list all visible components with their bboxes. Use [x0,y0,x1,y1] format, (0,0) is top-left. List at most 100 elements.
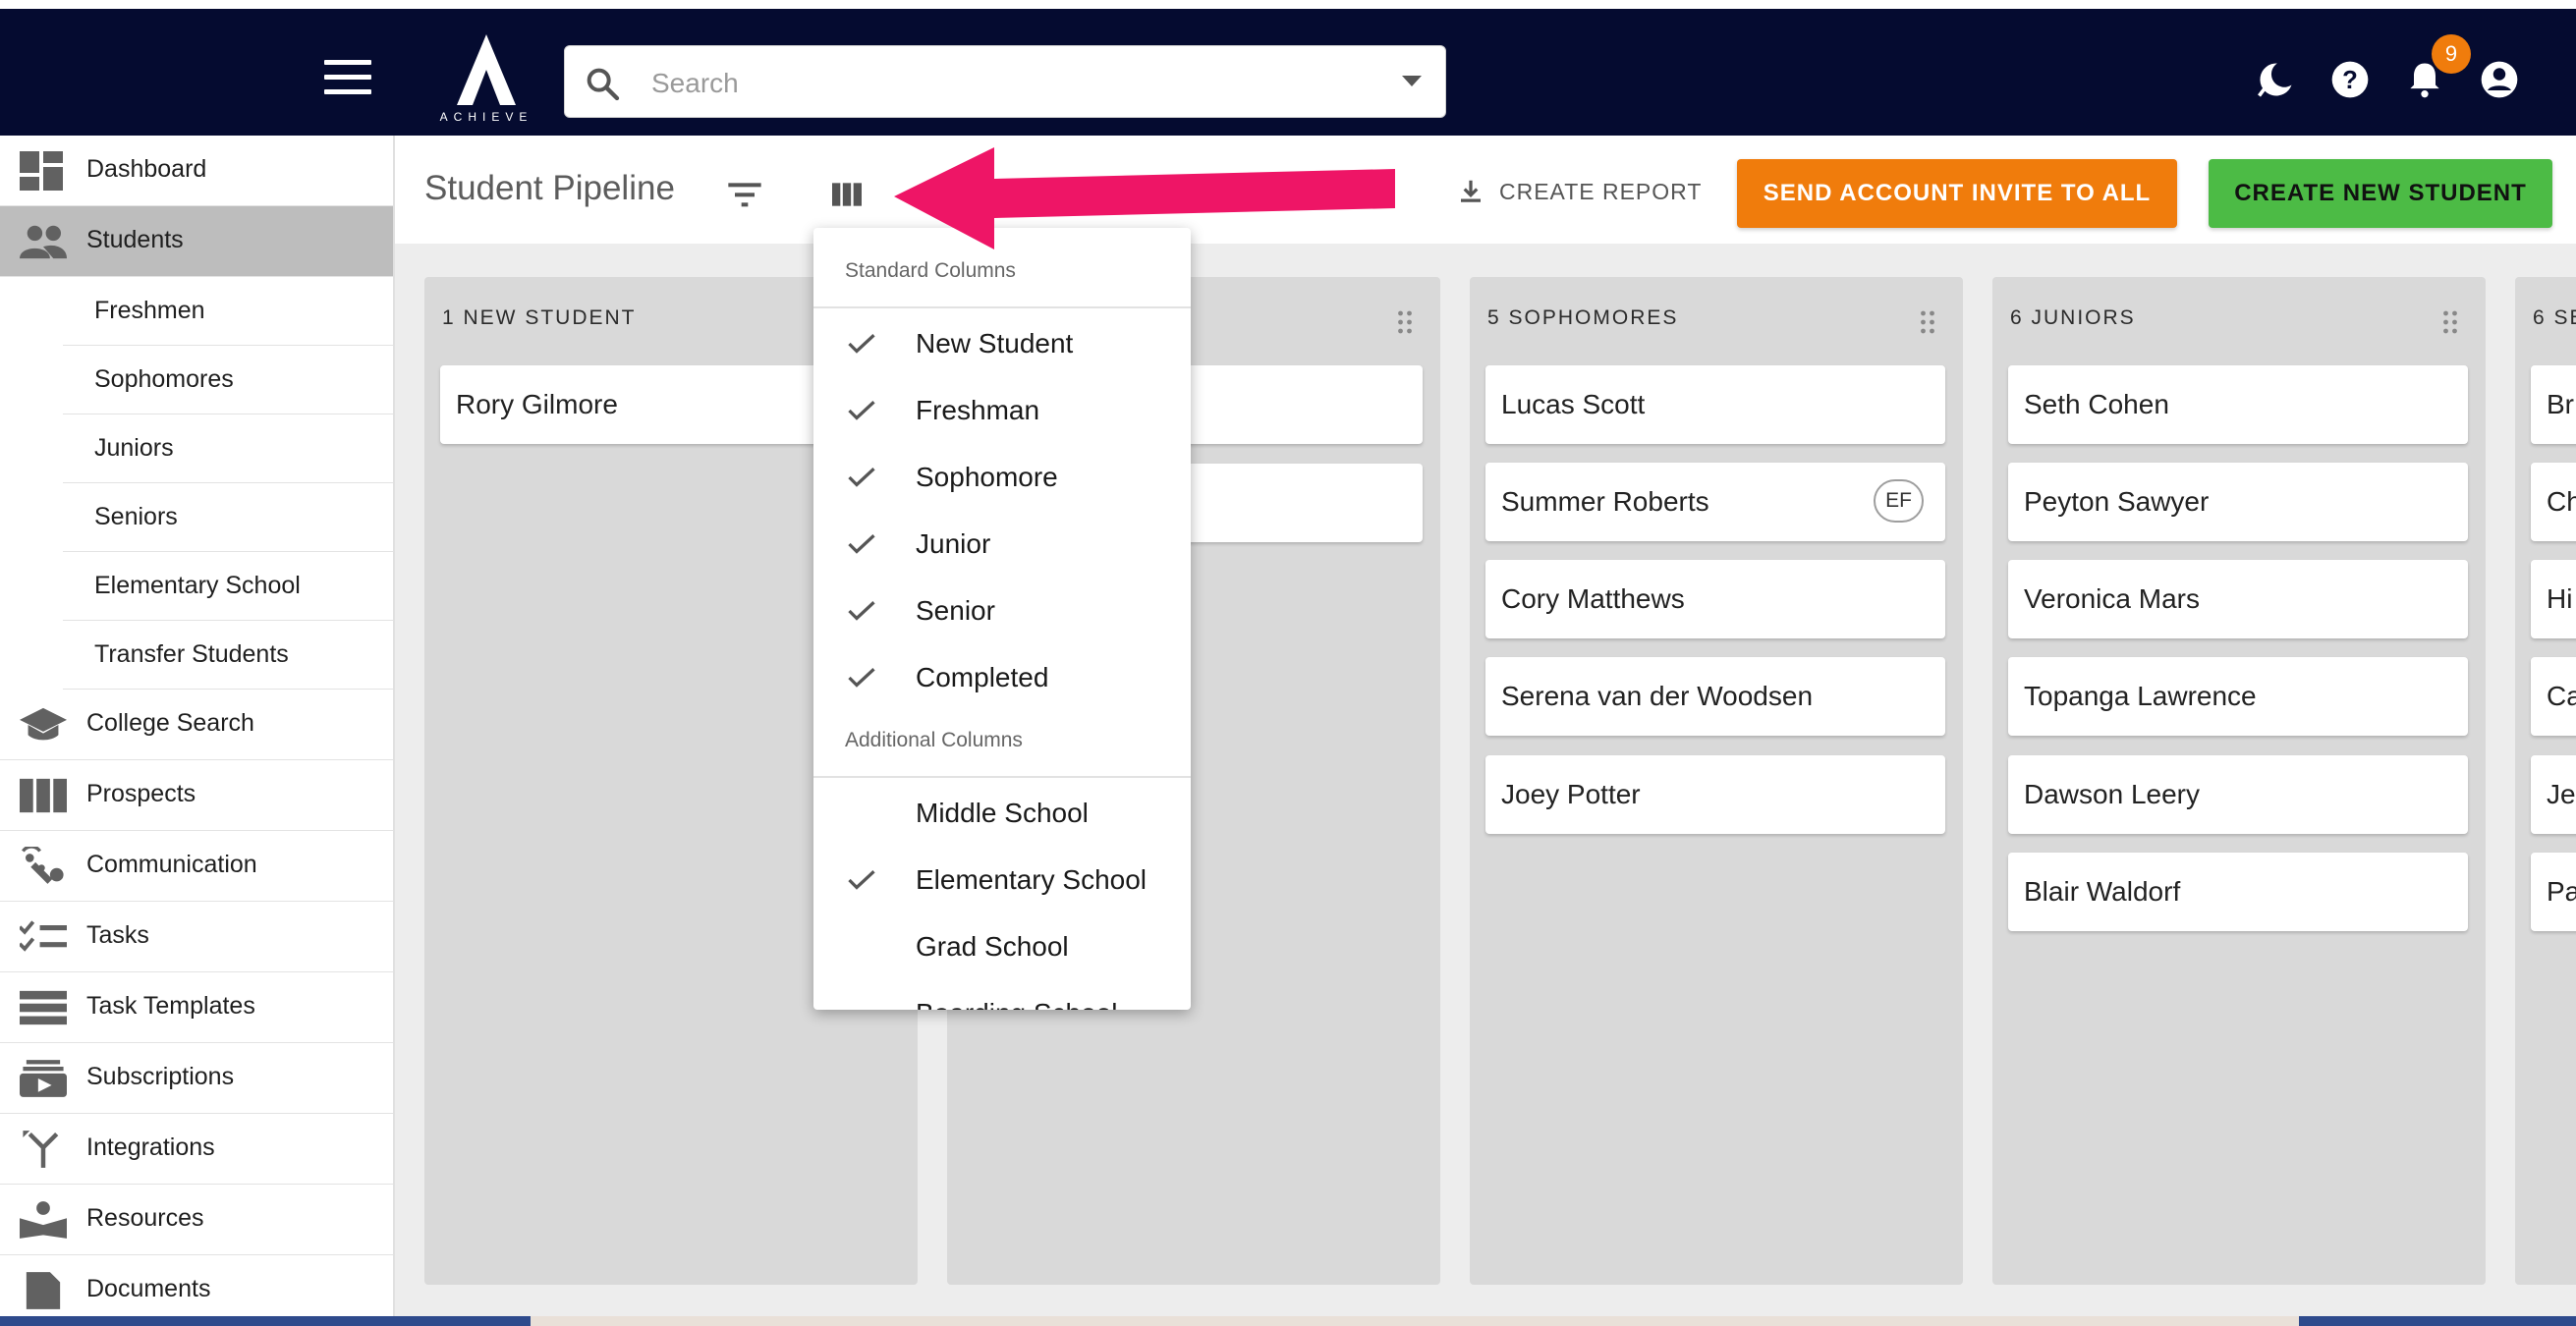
check-icon [848,401,875,420]
student-card[interactable]: Pa [2531,853,2576,931]
student-name: Seth Cohen [2024,389,2169,419]
sidebar: Dashboard Students Freshmen Sophomores J… [0,136,395,1326]
drag-handle-icon[interactable] [1920,310,1935,334]
menu-item-label: Elementary School [916,864,1148,895]
filter-icon[interactable] [725,175,764,214]
menu-item-boarding-school[interactable]: Boarding School [813,978,1191,1010]
student-card[interactable]: Hi [2531,560,2576,638]
sidebar-item-prospects[interactable]: Prospects [0,760,393,831]
create-new-student-button[interactable]: CREATE NEW STUDENT [2209,159,2552,228]
search-box[interactable] [564,45,1446,118]
menu-item-new-student[interactable]: New Student [813,308,1191,375]
check-icon [848,534,875,554]
student-name: Lucas Scott [1501,389,1646,419]
menu-item-label: New Student [916,328,1074,359]
student-card[interactable]: Cory Matthews [1485,560,1945,638]
app-bar: ACHIEVE ? 9 [0,9,2576,136]
create-report-label: CREATE REPORT [1499,178,1703,204]
menu-item-label: Grad School [916,931,1069,962]
student-card[interactable]: Seth Cohen [2008,365,2468,444]
sidebar-item-integrations[interactable]: Integrations [0,1114,393,1185]
sidebar-item-task-templates[interactable]: Task Templates [0,972,393,1043]
student-name: Br [2547,389,2574,419]
sidebar-subitem-transfer-students[interactable]: Transfer Students [63,621,393,690]
resources-icon [20,1201,67,1239]
sidebar-subitem-sophomores[interactable]: Sophomores [63,346,393,414]
column-header: 1 NEW STUDENT [442,306,637,329]
student-card[interactable]: Ca [2531,657,2576,736]
dashboard-icon [20,151,63,191]
pipeline-column-seniors: 6 SE Br Ch Hi Ca Je Pa [2515,277,2576,1285]
column-header: 6 SE [2533,306,2576,329]
help-icon[interactable]: ? [2328,58,2372,101]
bottom-bar [0,1316,2576,1326]
student-card[interactable]: Peyton Sawyer [2008,463,2468,541]
sidebar-item-tasks[interactable]: Tasks [0,902,393,972]
sidebar-item-students[interactable]: Students [0,206,393,277]
student-card[interactable]: Joey Potter [1485,755,1945,834]
check-icon [848,334,875,354]
sidebar-item-college-search[interactable]: College Search [0,690,393,760]
sidebar-item-label: Elementary School [94,572,301,599]
menu-icon[interactable] [324,60,371,99]
menu-item-elementary-school[interactable]: Elementary School [813,845,1191,912]
sidebar-item-subscriptions[interactable]: Subscriptions [0,1043,393,1114]
pipeline-column-sophomores: 5 SOPHOMORES Lucas Scott Summer Roberts … [1470,277,1963,1285]
menu-item-freshman[interactable]: Freshman [813,375,1191,442]
column-header: 5 SOPHOMORES [1487,306,1679,329]
sidebar-item-label: Juniors [94,434,174,462]
checklist-icon [20,920,67,952]
sidebar-subitem-freshmen[interactable]: Freshmen [63,277,393,346]
drag-handle-icon[interactable] [2442,310,2458,334]
menu-item-label: Junior [916,528,991,559]
student-card[interactable]: Ch [2531,463,2576,541]
check-icon [848,668,875,688]
sidebar-item-communication[interactable]: Communication [0,831,393,902]
sidebar-subitem-juniors[interactable]: Juniors [63,414,393,483]
menu-item-senior[interactable]: Senior [813,576,1191,642]
menu-item-completed[interactable]: Completed [813,642,1191,709]
student-card[interactable]: Summer Roberts EF [1485,463,1945,541]
create-report-button[interactable]: CREATE REPORT [1456,169,1702,214]
student-card[interactable]: Veronica Mars [2008,560,2468,638]
columns-icon [20,778,67,813]
menu-item-middle-school[interactable]: Middle School [813,778,1191,845]
sidebar-item-dashboard[interactable]: Dashboard [0,136,393,206]
student-card[interactable]: Blair Waldorf [2008,853,2468,931]
student-name: Blair Waldorf [2024,876,2181,907]
menu-item-label: Boarding School [916,998,1117,1010]
student-name: Je [2547,779,2576,809]
notification-badge: 9 [2432,34,2471,74]
search-input[interactable] [649,60,1341,107]
student-card[interactable]: Br [2531,365,2576,444]
dark-mode-icon[interactable] [2254,58,2297,101]
student-card[interactable]: Topanga Lawrence [2008,657,2468,736]
student-card[interactable]: Lucas Scott [1485,365,1945,444]
account-icon[interactable] [2478,58,2521,101]
sidebar-item-label: Tasks [86,921,149,949]
people-icon [20,225,67,259]
student-name: Ca [2547,681,2576,711]
merge-icon [23,1131,59,1168]
menu-item-label: Freshman [916,395,1040,425]
menu-item-grad-school[interactable]: Grad School [813,912,1191,978]
menu-item-junior[interactable]: Junior [813,509,1191,576]
search-dropdown-icon[interactable] [1402,76,1422,86]
sidebar-item-label: Sophomores [94,365,234,393]
sidebar-item-label: Freshmen [94,297,205,324]
send-account-invite-button[interactable]: SEND ACCOUNT INVITE TO ALL [1737,159,2177,228]
student-card[interactable]: Dawson Leery [2008,755,2468,834]
download-icon [1461,180,1481,202]
check-icon [848,870,875,890]
sidebar-item-label: College Search [86,709,254,737]
student-card[interactable]: Je [2531,755,2576,834]
columns-icon[interactable] [827,175,867,214]
sidebar-item-label: Transfer Students [94,640,289,668]
menu-item-sophomore[interactable]: Sophomore [813,442,1191,509]
student-name: Veronica Mars [2024,583,2200,614]
sidebar-subitem-seniors[interactable]: Seniors [63,483,393,552]
drag-handle-icon[interactable] [1397,310,1413,334]
student-card[interactable]: Serena van der Woodsen [1485,657,1945,736]
sidebar-subitem-elementary-school[interactable]: Elementary School [63,552,393,621]
sidebar-item-resources[interactable]: Resources [0,1185,393,1255]
